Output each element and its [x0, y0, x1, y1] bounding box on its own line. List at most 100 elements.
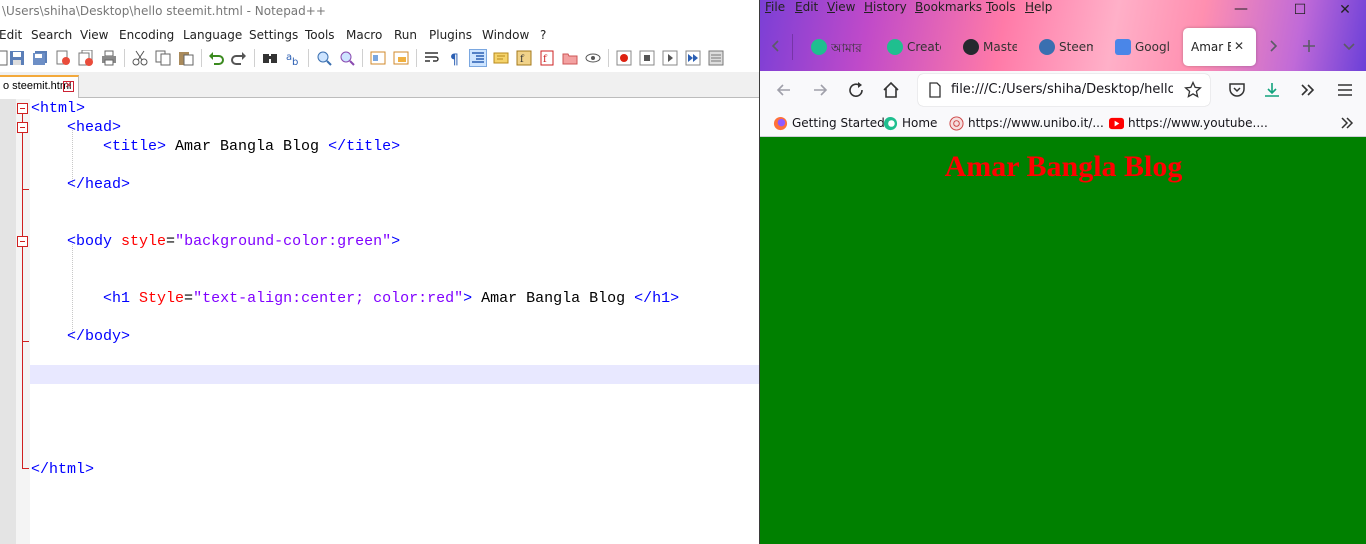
- copy-icon[interactable]: [155, 50, 171, 66]
- close-tab-icon[interactable]: ✕: [1234, 39, 1244, 53]
- fold-line: [22, 133, 23, 236]
- fold-toggle-body[interactable]: [17, 236, 28, 247]
- stop-macro-icon[interactable]: [639, 50, 655, 66]
- minimize-icon[interactable]: —: [1234, 2, 1248, 16]
- close-all-icon[interactable]: [78, 50, 94, 66]
- browser-tab-active[interactable]: Amar B ✕: [1183, 28, 1256, 66]
- code-line-11: <h1 Style="text-align:center; color:red"…: [31, 289, 679, 308]
- indent-guide-icon[interactable]: [469, 49, 487, 67]
- save-icon[interactable]: [9, 50, 25, 66]
- maximize-icon[interactable]: ☐: [1293, 3, 1307, 17]
- tab-hello-steemit[interactable]: o steemit.html ✕: [0, 75, 79, 98]
- close-tab-icon[interactable]: ✕: [63, 81, 74, 92]
- run-macro-multiple-icon[interactable]: [685, 50, 701, 66]
- redo-icon[interactable]: [231, 50, 247, 66]
- code-line-2: <head>: [31, 118, 121, 137]
- list-all-tabs-icon[interactable]: [1341, 38, 1357, 54]
- zoom-out-icon[interactable]: [339, 50, 355, 66]
- firefox-nav-bar: file:///C:/Users/shiha/Desktop/hello ste…: [760, 71, 1366, 108]
- forward-icon[interactable]: [810, 80, 830, 100]
- show-all-chars-icon[interactable]: ¶: [447, 50, 463, 66]
- code-token: =: [166, 233, 176, 250]
- downloads-icon[interactable]: [1262, 80, 1282, 100]
- undo-icon[interactable]: [208, 50, 224, 66]
- code-editor[interactable]: <html> <head> <title> Amar Bangla Blog <…: [0, 99, 759, 544]
- folder-workspace-icon[interactable]: f: [539, 50, 555, 66]
- bookmarks-overflow-icon[interactable]: [1339, 115, 1355, 131]
- firefox-window: File Edit View History Bookmarks Tools H…: [759, 0, 1366, 544]
- address-bar[interactable]: file:///C:/Users/shiha/Desktop/hello ste…: [918, 74, 1210, 106]
- toolbar-separator: [608, 49, 609, 67]
- tab-divider: [792, 34, 793, 60]
- firefox-icon: [773, 116, 788, 131]
- bookmark-label: Home: [902, 116, 938, 130]
- reload-icon[interactable]: [846, 80, 866, 100]
- code-token: Amar Bangla Blog: [472, 290, 635, 307]
- tab-label: o steemit.html: [3, 80, 72, 92]
- ff-menu-bookmarks[interactable]: Bookmarks: [915, 0, 982, 14]
- monitor-icon[interactable]: [585, 50, 601, 66]
- menu-search[interactable]: Search: [31, 28, 72, 42]
- tab-scroll-right-icon[interactable]: [1265, 38, 1281, 54]
- menu-run[interactable]: Run: [394, 28, 417, 42]
- hamburger-menu-icon[interactable]: [1335, 80, 1355, 100]
- ff-menu-view[interactable]: View: [827, 0, 855, 14]
- folder-icon[interactable]: [562, 50, 578, 66]
- close-icon[interactable]: [55, 50, 71, 66]
- pocket-icon[interactable]: [1227, 80, 1247, 100]
- code-token: <body: [67, 233, 113, 250]
- save-all-icon[interactable]: [32, 50, 48, 66]
- menu-language[interactable]: Language: [183, 28, 242, 42]
- ff-menu-file[interactable]: File: [765, 0, 785, 14]
- print-icon[interactable]: [101, 50, 117, 66]
- record-macro-icon[interactable]: [616, 50, 632, 66]
- bookmark-label: Getting Started: [792, 116, 885, 130]
- home-icon[interactable]: [881, 80, 901, 100]
- notepad-tab-bar: o steemit.html ✕: [0, 72, 759, 98]
- close-window-icon[interactable]: ✕: [1338, 3, 1352, 17]
- browser-tab-3[interactable]: Maste: [963, 29, 1021, 65]
- ff-menu-tools[interactable]: Tools: [986, 0, 1016, 14]
- browser-tab-1[interactable]: আমার: [811, 29, 869, 65]
- bookmark-star-icon[interactable]: [1184, 81, 1202, 99]
- ff-menu-edit[interactable]: Edit: [795, 0, 818, 14]
- tab-scroll-left-icon[interactable]: [768, 38, 784, 54]
- firefox-menu-bar: File Edit View History Bookmarks Tools H…: [760, 0, 1366, 15]
- menu-help[interactable]: ?: [540, 28, 546, 42]
- cut-icon[interactable]: [132, 50, 148, 66]
- menu-edit[interactable]: Edit: [0, 28, 22, 42]
- fold-toggle-html[interactable]: [17, 103, 28, 114]
- browser-tab-5[interactable]: Googl: [1115, 29, 1173, 65]
- function-list-icon[interactable]: f: [516, 50, 532, 66]
- new-tab-icon[interactable]: [1301, 38, 1317, 54]
- code-token: </h1>: [634, 290, 680, 307]
- replace-icon[interactable]: ab: [285, 50, 301, 66]
- word-wrap-icon[interactable]: [424, 50, 440, 66]
- url-text[interactable]: file:///C:/Users/shiha/Desktop/hello ste…: [951, 82, 1173, 97]
- code-line-13: </body>: [31, 327, 130, 346]
- ff-menu-help[interactable]: Help: [1025, 0, 1052, 14]
- back-icon[interactable]: [774, 80, 794, 100]
- overflow-menu-icon[interactable]: [1298, 80, 1318, 100]
- menu-plugins[interactable]: Plugins: [429, 28, 472, 42]
- fold-toggle-head[interactable]: [17, 122, 28, 133]
- browser-tab-3-label: Maste: [983, 40, 1017, 54]
- ff-menu-history[interactable]: History: [864, 0, 907, 14]
- doc-map-icon[interactable]: [493, 50, 509, 66]
- browser-tab-2[interactable]: Create: [887, 29, 945, 65]
- menu-tools[interactable]: Tools: [305, 28, 335, 42]
- save-macro-icon[interactable]: [708, 50, 724, 66]
- browser-tab-4[interactable]: Steem: [1039, 29, 1097, 65]
- sync-vertical-icon[interactable]: [370, 50, 386, 66]
- find-icon[interactable]: [262, 50, 278, 66]
- sync-horizontal-icon[interactable]: [393, 50, 409, 66]
- menu-view[interactable]: View: [80, 28, 108, 42]
- paste-icon[interactable]: [178, 50, 194, 66]
- menu-macro[interactable]: Macro: [346, 28, 382, 42]
- zoom-in-icon[interactable]: [316, 50, 332, 66]
- svg-text:b: b: [292, 57, 298, 66]
- play-macro-icon[interactable]: [662, 50, 678, 66]
- menu-encoding[interactable]: Encoding: [119, 28, 174, 42]
- menu-settings[interactable]: Settings: [249, 28, 298, 42]
- menu-window[interactable]: Window: [482, 28, 529, 42]
